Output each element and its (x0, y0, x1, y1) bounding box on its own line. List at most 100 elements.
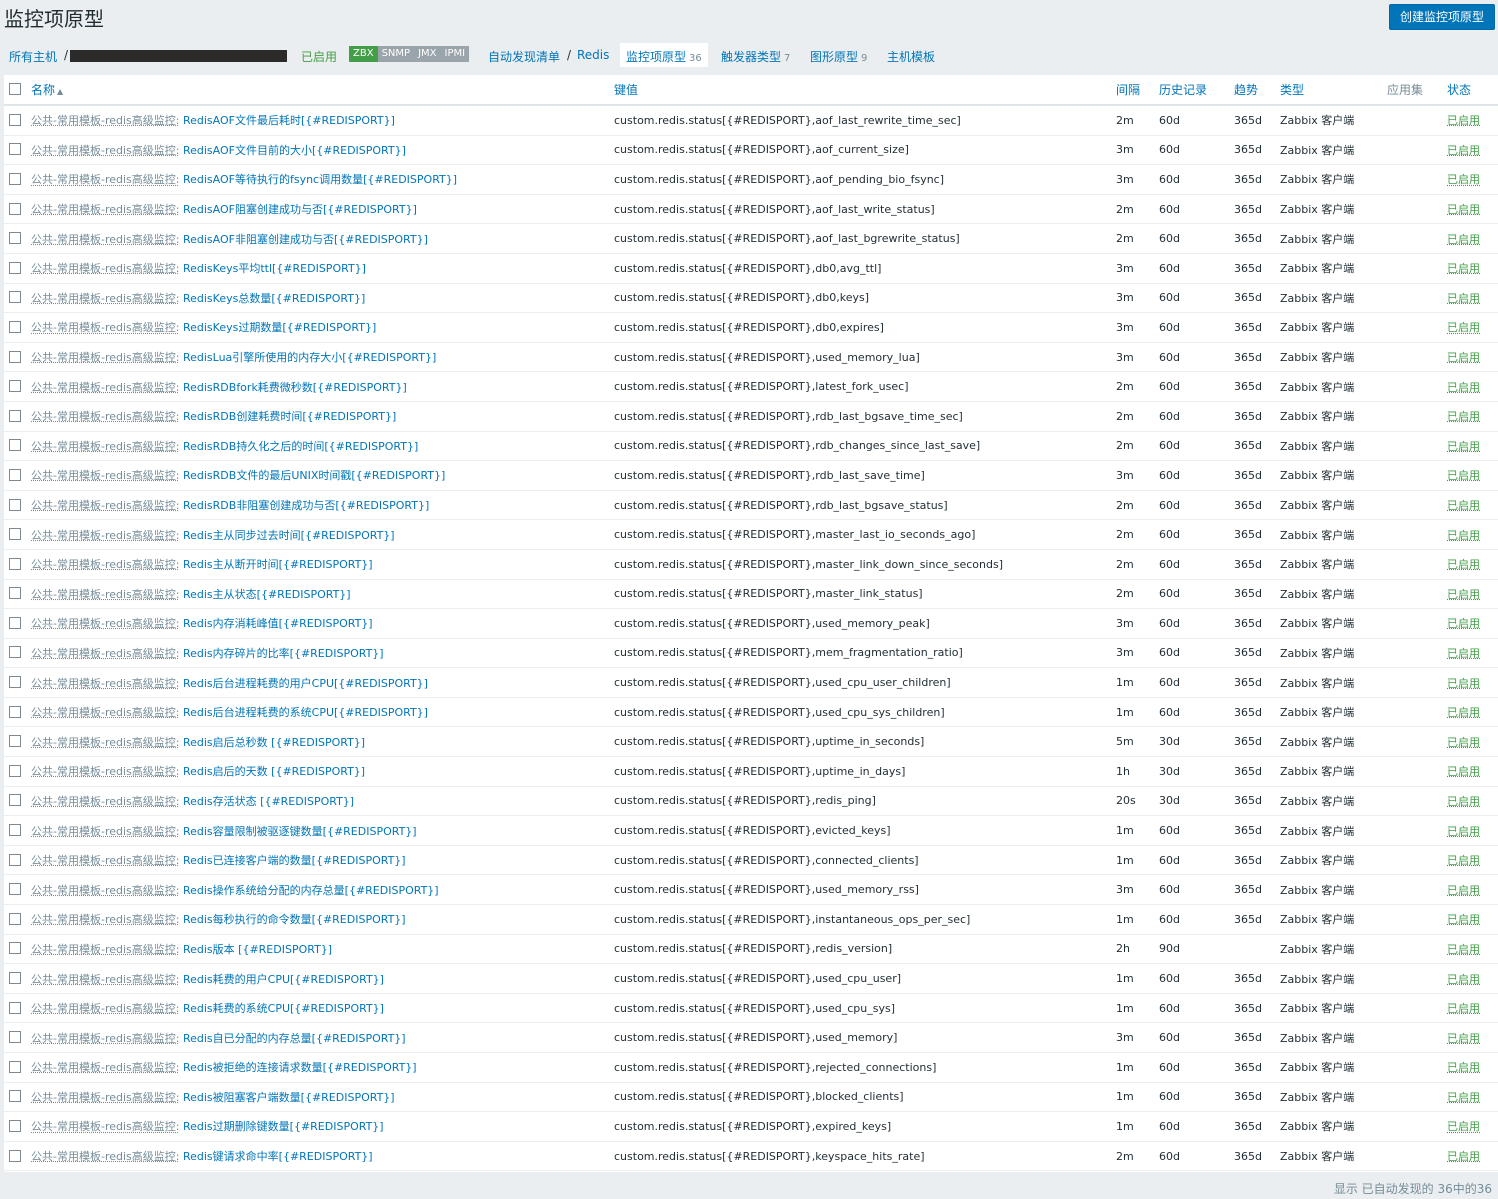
item-name-link[interactable]: RedisKeys平均ttl[{#REDISPORT}] (183, 262, 366, 275)
row-checkbox[interactable] (9, 853, 21, 866)
row-checkbox[interactable] (9, 1090, 21, 1103)
item-status-toggle[interactable]: 已启用 (1447, 973, 1480, 986)
template-prefix-link[interactable]: 公共-常用模板-redis高级监控: (31, 677, 179, 690)
discovery-rule-link[interactable]: Redis (577, 48, 609, 62)
item-name-link[interactable]: RedisRDB文件的最后UNIX时间戳[{#REDISPORT}] (183, 469, 445, 482)
tab-host-prototypes[interactable]: 主机模板 (887, 48, 935, 65)
template-prefix-link[interactable]: 公共-常用模板-redis高级监控: (31, 795, 179, 808)
template-prefix-link[interactable]: 公共-常用模板-redis高级监控: (31, 854, 179, 867)
column-interval[interactable]: 间隔 (1116, 75, 1159, 106)
row-checkbox[interactable] (9, 735, 21, 748)
item-status-toggle[interactable]: 已启用 (1447, 529, 1480, 542)
template-prefix-link[interactable]: 公共-常用模板-redis高级监控: (31, 440, 179, 453)
tab-item-prototypes[interactable]: 监控项原型 36 (620, 43, 708, 67)
template-prefix-link[interactable]: 公共-常用模板-redis高级监控: (31, 381, 179, 394)
template-prefix-link[interactable]: 公共-常用模板-redis高级监控: (31, 410, 179, 423)
row-checkbox[interactable] (9, 942, 21, 955)
column-type[interactable]: 类型 (1280, 75, 1387, 106)
item-status-toggle[interactable]: 已启用 (1447, 1120, 1480, 1133)
template-prefix-link[interactable]: 公共-常用模板-redis高级监控: (31, 321, 179, 334)
template-prefix-link[interactable]: 公共-常用模板-redis高级监控: (31, 1061, 179, 1074)
template-prefix-link[interactable]: 公共-常用模板-redis高级监控: (31, 973, 179, 986)
item-name-link[interactable]: RedisRDB持久化之后的时间[{#REDISPORT}] (183, 440, 418, 453)
item-name-link[interactable]: Redis耗费的用户CPU[{#REDISPORT}] (183, 973, 384, 986)
item-status-toggle[interactable]: 已启用 (1447, 144, 1480, 157)
template-prefix-link[interactable]: 公共-常用模板-redis高级监控: (31, 262, 179, 275)
row-checkbox[interactable] (9, 972, 21, 985)
item-status-toggle[interactable]: 已启用 (1447, 647, 1480, 660)
item-name-link[interactable]: Redis过期删除键数量[{#REDISPORT}] (183, 1120, 384, 1133)
item-status-toggle[interactable]: 已启用 (1447, 1091, 1480, 1104)
row-checkbox[interactable] (9, 380, 21, 393)
row-checkbox[interactable] (9, 794, 21, 807)
row-checkbox[interactable] (9, 646, 21, 659)
template-prefix-link[interactable]: 公共-常用模板-redis高级监控: (31, 706, 179, 719)
row-checkbox[interactable] (9, 291, 21, 304)
item-status-toggle[interactable]: 已启用 (1447, 884, 1480, 897)
item-status-toggle[interactable]: 已启用 (1447, 321, 1480, 334)
row-checkbox[interactable] (9, 202, 21, 215)
template-prefix-link[interactable]: 公共-常用模板-redis高级监控: (31, 884, 179, 897)
template-prefix-link[interactable]: 公共-常用模板-redis高级监控: (31, 765, 179, 778)
item-status-toggle[interactable]: 已启用 (1447, 1002, 1480, 1015)
item-status-toggle[interactable]: 已启用 (1447, 854, 1480, 867)
item-name-link[interactable]: Redis每秒执行的命令数量[{#REDISPORT}] (183, 913, 406, 926)
template-prefix-link[interactable]: 公共-常用模板-redis高级监控: (31, 233, 179, 246)
template-prefix-link[interactable]: 公共-常用模板-redis高级监控: (31, 499, 179, 512)
row-checkbox[interactable] (9, 409, 21, 422)
item-name-link[interactable]: Redis容量限制被驱逐键数量[{#REDISPORT}] (183, 825, 417, 838)
row-checkbox[interactable] (9, 587, 21, 600)
item-name-link[interactable]: Redis内存消耗峰值[{#REDISPORT}] (183, 617, 373, 630)
template-prefix-link[interactable]: 公共-常用模板-redis高级监控: (31, 825, 179, 838)
item-name-link[interactable]: Redis自已分配的内存总量[{#REDISPORT}] (183, 1032, 406, 1045)
item-status-toggle[interactable]: 已启用 (1447, 114, 1480, 127)
item-status-toggle[interactable]: 已启用 (1447, 381, 1480, 394)
template-prefix-link[interactable]: 公共-常用模板-redis高级监控: (31, 114, 179, 127)
item-name-link[interactable]: Redis主从状态[{#REDISPORT}] (183, 588, 351, 601)
row-checkbox[interactable] (9, 232, 21, 245)
item-status-toggle[interactable]: 已启用 (1447, 943, 1480, 956)
template-prefix-link[interactable]: 公共-常用模板-redis高级监控: (31, 647, 179, 660)
item-status-toggle[interactable]: 已启用 (1447, 351, 1480, 364)
template-prefix-link[interactable]: 公共-常用模板-redis高级监控: (31, 617, 179, 630)
row-checkbox[interactable] (9, 439, 21, 452)
column-key[interactable]: 键值 (614, 75, 1116, 106)
item-name-link[interactable]: RedisKeys总数量[{#REDISPORT}] (183, 292, 365, 305)
row-checkbox[interactable] (9, 557, 21, 570)
item-name-link[interactable]: RedisKeys过期数量[{#REDISPORT}] (183, 321, 376, 334)
item-name-link[interactable]: Redis被拒绝的连接请求数量[{#REDISPORT}] (183, 1061, 417, 1074)
row-checkbox[interactable] (9, 676, 21, 689)
template-prefix-link[interactable]: 公共-常用模板-redis高级监控: (31, 1032, 179, 1045)
item-name-link[interactable]: RedisAOF等待执行的fsync调用数量[{#REDISPORT}] (183, 173, 457, 186)
item-name-link[interactable]: RedisAOF非阻塞创建成功与否[{#REDISPORT}] (183, 233, 428, 246)
item-status-toggle[interactable]: 已启用 (1447, 1032, 1480, 1045)
item-name-link[interactable]: Redis已连接客户端的数量[{#REDISPORT}] (183, 854, 406, 867)
row-checkbox[interactable] (9, 883, 21, 896)
item-name-link[interactable]: Redis内存碎片的比率[{#REDISPORT}] (183, 647, 384, 660)
item-name-link[interactable]: Redis耗费的系统CPU[{#REDISPORT}] (183, 1002, 384, 1015)
item-status-toggle[interactable]: 已启用 (1447, 795, 1480, 808)
item-status-toggle[interactable]: 已启用 (1447, 262, 1480, 275)
item-status-toggle[interactable]: 已启用 (1447, 292, 1480, 305)
item-status-toggle[interactable]: 已启用 (1447, 410, 1480, 423)
row-checkbox[interactable] (9, 1119, 21, 1132)
item-status-toggle[interactable]: 已启用 (1447, 233, 1480, 246)
item-status-toggle[interactable]: 已启用 (1447, 825, 1480, 838)
create-item-prototype-button[interactable]: 创建监控项原型 (1388, 4, 1495, 30)
row-checkbox[interactable] (9, 350, 21, 363)
row-checkbox[interactable] (9, 1001, 21, 1014)
template-prefix-link[interactable]: 公共-常用模板-redis高级监控: (31, 144, 179, 157)
item-status-toggle[interactable]: 已启用 (1447, 469, 1480, 482)
template-prefix-link[interactable]: 公共-常用模板-redis高级监控: (31, 1002, 179, 1015)
item-name-link[interactable]: Redis启后的天数 [{#REDISPORT}] (183, 765, 365, 778)
item-name-link[interactable]: Redis后台进程耗费的系统CPU[{#REDISPORT}] (183, 706, 428, 719)
row-checkbox[interactable] (9, 1031, 21, 1044)
row-checkbox[interactable] (9, 468, 21, 481)
item-name-link[interactable]: Redis启后总秒数 [{#REDISPORT}] (183, 736, 365, 749)
row-checkbox[interactable] (9, 113, 21, 126)
template-prefix-link[interactable]: 公共-常用模板-redis高级监控: (31, 351, 179, 364)
row-checkbox[interactable] (9, 1149, 21, 1162)
item-status-toggle[interactable]: 已启用 (1447, 617, 1480, 630)
select-all-checkbox[interactable] (9, 83, 21, 95)
item-status-toggle[interactable]: 已启用 (1447, 499, 1480, 512)
